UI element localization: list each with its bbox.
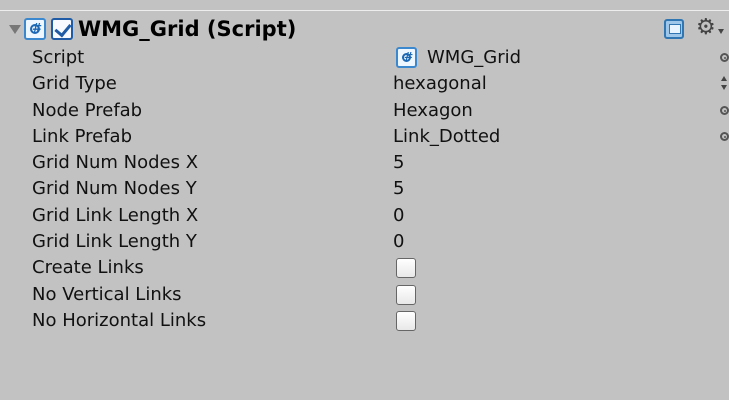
no-horizontal-links-checkbox[interactable] (396, 310, 416, 331)
component-title: WMG_Grid (Script) (78, 17, 297, 41)
property-row-grid-type: Grid Type hexagonal (0, 71, 729, 97)
component-enabled-checkbox[interactable] (51, 18, 73, 40)
help-icon[interactable] (664, 19, 684, 39)
property-label-no-vertical-links: No Vertical Links (32, 283, 182, 305)
grid-num-nodes-y-field[interactable]: 5 (393, 176, 404, 202)
property-label-grid-link-length-x: Grid Link Length X (32, 204, 199, 226)
property-label-script: Script (32, 47, 85, 68)
inspector-panel: WMG_Grid (Script) ⚙ Script WMG_Grid Grid… (0, 0, 729, 400)
script-reference-icon (396, 47, 417, 68)
property-label-node-prefab: Node Prefab (32, 99, 143, 121)
property-row-grid-link-length-x: Grid Link Length X 0 (0, 203, 729, 229)
grid-link-length-y-field[interactable]: 0 (393, 229, 404, 255)
object-picker-icon[interactable] (720, 53, 729, 62)
no-vertical-links-checkbox[interactable] (396, 284, 416, 305)
property-label-grid-type: Grid Type (32, 73, 117, 95)
object-picker-icon[interactable] (720, 131, 729, 141)
property-row-link-prefab: Link Prefab Link_Dotted (0, 124, 729, 150)
grid-num-nodes-x-field[interactable]: 5 (393, 150, 404, 176)
settings-dropdown-icon[interactable] (718, 29, 724, 34)
create-links-checkbox[interactable] (396, 258, 416, 279)
property-row-node-prefab: Node Prefab Hexagon (0, 98, 729, 124)
dropdown-arrows-icon[interactable] (721, 76, 729, 92)
property-row-create-links: Create Links (0, 255, 729, 281)
script-icon (24, 18, 46, 40)
grid-link-length-x-field[interactable]: 0 (393, 203, 404, 229)
property-label-no-horizontal-links: No Horizontal Links (32, 309, 207, 331)
object-picker-icon[interactable] (720, 105, 729, 115)
property-label-create-links: Create Links (32, 257, 144, 279)
foldout-expanded-icon[interactable] (9, 25, 21, 34)
script-reference-field[interactable]: WMG_Grid (427, 45, 521, 71)
property-label-link-prefab: Link Prefab (32, 125, 132, 147)
property-row-grid-num-nodes-y: Grid Num Nodes Y 5 (0, 176, 729, 202)
link-prefab-field[interactable]: Link_Dotted (393, 124, 500, 150)
component-header[interactable]: WMG_Grid (Script) ⚙ (0, 11, 729, 49)
inspector-separator (0, 0, 729, 11)
property-list: Script WMG_Grid Grid Type hexagonal Node… (0, 45, 729, 334)
property-label-grid-num-nodes-x: Grid Num Nodes X (32, 152, 199, 174)
node-prefab-field[interactable]: Hexagon (393, 98, 473, 124)
property-label-grid-num-nodes-y: Grid Num Nodes Y (32, 178, 197, 200)
gear-icon[interactable]: ⚙ (696, 17, 716, 39)
property-row-script: Script WMG_Grid (0, 45, 729, 71)
grid-type-dropdown[interactable]: hexagonal (393, 71, 487, 97)
property-row-no-vertical-links: No Vertical Links (0, 282, 729, 308)
property-row-grid-num-nodes-x: Grid Num Nodes X 5 (0, 150, 729, 176)
property-label-grid-link-length-y: Grid Link Length Y (32, 231, 197, 253)
property-row-grid-link-length-y: Grid Link Length Y 0 (0, 229, 729, 255)
property-row-no-horizontal-links: No Horizontal Links (0, 308, 729, 334)
